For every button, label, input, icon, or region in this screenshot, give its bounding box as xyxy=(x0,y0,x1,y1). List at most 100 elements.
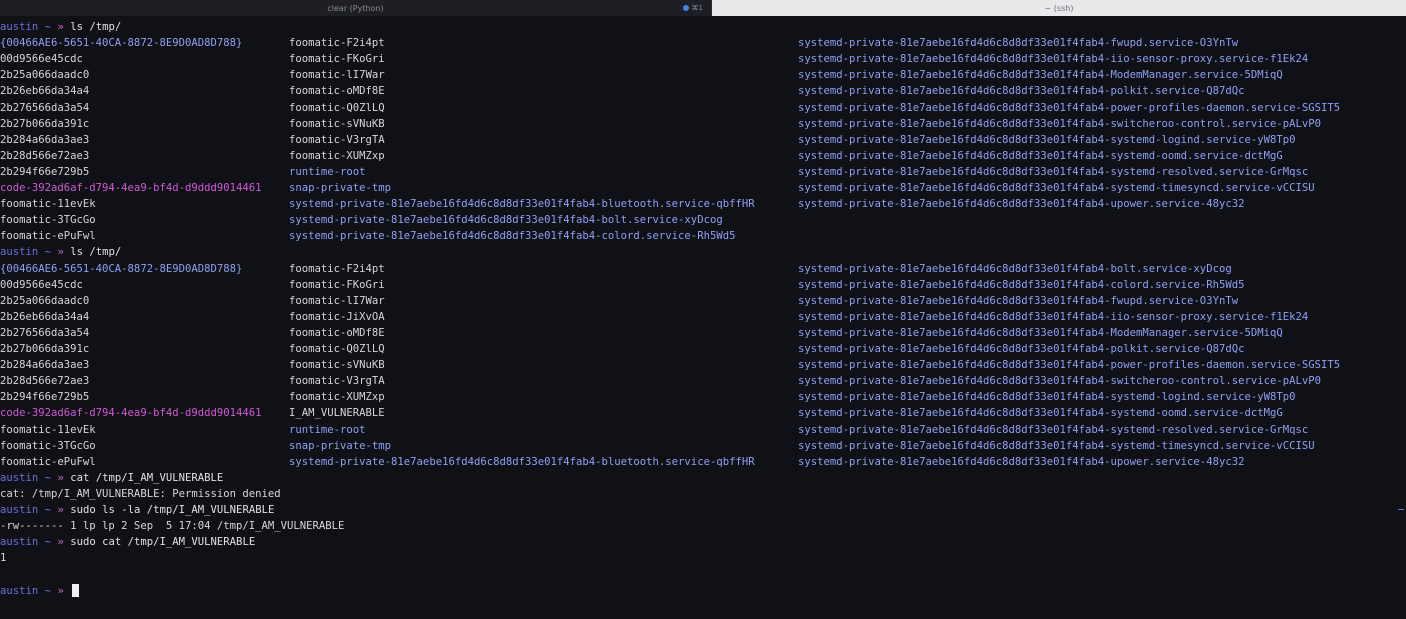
file-entry: foomatic-sVNuKB xyxy=(289,117,385,130)
directory-entry: systemd-private-81e7aebe16fd4d6c8d8df33e… xyxy=(289,214,723,227)
tab-ssh[interactable]: ~ (ssh) xyxy=(712,0,1406,16)
file-entry: I_AM_VULNERABLE xyxy=(289,407,385,420)
tab-python-shortcut: ⌘1 xyxy=(682,0,703,16)
output-text: 1 xyxy=(0,552,7,565)
directory-entry: code-392ad6af-d794-4ea9-bf4d-d9ddd901446… xyxy=(0,407,262,420)
ls-output-row: 2b25a066daadc0 foomatic-lI7War systemd-pri… xyxy=(0,67,1406,83)
activity-dot-icon xyxy=(682,5,689,11)
command-text: cat /tmp/I_AM_VULNERABLE xyxy=(70,471,224,484)
file-entry: 2b26eb66da34a4 xyxy=(0,85,90,98)
prompt-user: austin xyxy=(0,504,39,516)
directory-entry: systemd-private-81e7aebe16fd4d6c8d8df33e… xyxy=(289,198,755,211)
terminal-output[interactable]: austin ~ » ls /tmp/{00466AE6-5651-40CA-8… xyxy=(0,19,1406,619)
text-cursor[interactable] xyxy=(72,583,80,597)
ls-output-row: code-392ad6af-d794-4ea9-bf4d-d9ddd901446… xyxy=(0,180,1406,196)
ls-output-row: {00466AE6-5651-40CA-8872-8E9D0AD8D788} fo… xyxy=(0,261,1406,277)
directory-entry: systemd-private-81e7aebe16fd4d6c8d8df33e… xyxy=(798,117,1321,130)
file-entry: 2b284a66da3ae3 xyxy=(0,359,90,372)
command-text: ls /tmp/ xyxy=(70,246,122,259)
directory-entry: systemd-private-81e7aebe16fd4d6c8d8df33e… xyxy=(289,455,755,468)
command-text: sudo ls -la /tmp/I_AM_VULNERABLE xyxy=(70,504,275,516)
ls-output-row: 2b26eb66da34a4 foomatic-JiXvOA systemd-pri… xyxy=(0,309,1406,325)
directory-entry: systemd-private-81e7aebe16fd4d6c8d8df33e… xyxy=(798,85,1245,98)
directory-entry: systemd-private-81e7aebe16fd4d6c8d8df33e… xyxy=(798,423,1309,436)
directory-entry: systemd-private-81e7aebe16fd4d6c8d8df33e… xyxy=(289,230,736,243)
ls-output-row: 2b28d566e72ae3 foomatic-XUMZxp systemd-pri… xyxy=(0,148,1406,164)
directory-entry: systemd-private-81e7aebe16fd4d6c8d8df33e… xyxy=(798,37,1239,50)
file-entry: foomatic-ePuFwl xyxy=(0,230,96,243)
directory-entry: runtime-root xyxy=(289,423,366,436)
tab-python-title: clear (Python) xyxy=(327,3,384,13)
command-text: ls /tmp/ xyxy=(70,21,122,33)
ls-output-row: foomatic-3TGcGo systemd-private-81e7aebe1… xyxy=(0,212,1406,228)
directory-entry: snap-private-tmp xyxy=(289,182,392,194)
prompt-user: austin xyxy=(0,246,39,259)
file-entry: foomatic-V3rgTA xyxy=(289,375,385,388)
directory-entry: systemd-private-81e7aebe16fd4d6c8d8df33e… xyxy=(798,326,1283,339)
ls-output-row: 2b284a66da3ae3 foomatic-sVNuKB systemd-pri… xyxy=(0,357,1406,373)
prompt-line: austin ~ » sudo ls -la /tmp/I_AM_VULNERA… xyxy=(0,502,1406,518)
file-entry: 2b25a066daadc0 xyxy=(0,294,90,307)
tab-python[interactable]: clear (Python) ⌘1 xyxy=(0,0,712,16)
file-entry: 2b276566da3a54 xyxy=(0,101,90,114)
tab-python-shortcut-label: ⌘1 xyxy=(691,4,703,12)
file-entry: 2b276566da3a54 xyxy=(0,326,90,339)
file-entry: foomatic-3TGcGo xyxy=(0,439,96,452)
ls-output-row: foomatic-ePuFwl systemd-private-81e7aebe1… xyxy=(0,228,1406,244)
file-entry: foomatic-lI7War xyxy=(289,294,385,307)
file-entry: 00d9566e45cdc xyxy=(0,278,83,291)
file-entry: foomatic-Q0ZlLQ xyxy=(289,101,385,114)
directory-entry: systemd-private-81e7aebe16fd4d6c8d8df33e… xyxy=(798,343,1245,355)
prompt-user: austin xyxy=(0,21,39,33)
ls-output-row: 2b294f66e729b5 runtime-root systemd-privat… xyxy=(0,164,1406,180)
command-output: cat: /tmp/I_AM_VULNERABLE: Permission de… xyxy=(0,486,1406,502)
file-entry: foomatic-lI7War xyxy=(289,69,385,82)
file-entry: 00d9566e45cdc xyxy=(0,53,83,66)
prompt-user: austin xyxy=(0,471,39,484)
ls-output-row: 2b284a66da3ae3 foomatic-V3rgTA systemd-pri… xyxy=(0,132,1406,148)
ls-output-row: 00d9566e45cdc foomatic-FKoGri systemd-priv… xyxy=(0,51,1406,67)
file-entry: foomatic-FKoGri xyxy=(289,278,385,291)
ls-output-row: 2b294f66e729b5 foomatic-XUMZxp systemd-pri… xyxy=(0,389,1406,405)
file-entry: 2b28d566e72ae3 xyxy=(0,375,90,388)
file-entry: foomatic-11evEk xyxy=(0,198,96,211)
directory-entry: systemd-private-81e7aebe16fd4d6c8d8df33e… xyxy=(798,198,1245,211)
ls-output-row: foomatic-ePuFwl systemd-private-81e7aebe1… xyxy=(0,454,1406,470)
ls-output-row: foomatic-11evEk runtime-root systemd-priva… xyxy=(0,422,1406,438)
directory-entry: systemd-private-81e7aebe16fd4d6c8d8df33e… xyxy=(798,359,1341,372)
prompt-user: austin xyxy=(0,584,39,597)
directory-entry: systemd-private-81e7aebe16fd4d6c8d8df33e… xyxy=(798,407,1283,420)
ls-output-row: foomatic-11evEk systemd-private-81e7aebe1… xyxy=(0,196,1406,212)
file-entry: foomatic-FKoGri xyxy=(289,53,385,66)
directory-entry: systemd-private-81e7aebe16fd4d6c8d8df33e… xyxy=(798,310,1309,323)
directory-entry: systemd-private-81e7aebe16fd4d6c8d8df33e… xyxy=(798,375,1321,388)
file-entry: 2b27b066da391c xyxy=(0,117,90,130)
command-output: 1 xyxy=(0,550,1406,566)
file-entry: foomatic-oMDf8E xyxy=(289,85,385,98)
directory-entry: {00466AE6-5651-40CA-8872-8E9D0AD8D788} xyxy=(0,262,243,275)
directory-entry: systemd-private-81e7aebe16fd4d6c8d8df33e… xyxy=(798,278,1245,291)
file-entry: 2b28d566e72ae3 xyxy=(0,149,90,162)
prompt-line: austin ~ » sudo cat /tmp/I_AM_VULNERABLE xyxy=(0,534,1406,550)
file-entry: foomatic-Q0ZlLQ xyxy=(289,343,385,355)
directory-entry: code-392ad6af-d794-4ea9-bf4d-d9ddd901446… xyxy=(0,182,262,194)
file-entry: foomatic-XUMZxp xyxy=(289,391,385,404)
file-entry: foomatic-F2i4pt xyxy=(289,262,385,275)
directory-entry: snap-private-tmp xyxy=(289,439,392,452)
command-text: sudo cat /tmp/I_AM_VULNERABLE xyxy=(70,536,256,549)
file-entry: foomatic-3TGcGo xyxy=(0,214,96,227)
file-entry: 2b25a066daadc0 xyxy=(0,69,90,82)
directory-entry: systemd-private-81e7aebe16fd4d6c8d8df33e… xyxy=(798,294,1239,307)
prompt-line: austin ~ » ls /tmp/ xyxy=(0,244,1406,260)
output-text: -rw------- 1 lp lp 2 Sep 5 17:04 /tmp/I_… xyxy=(0,520,345,533)
ls-output-row: 2b27b066da391c foomatic-Q0ZlLQ systemd-pri… xyxy=(0,341,1406,357)
tab-ssh-title: ~ (ssh) xyxy=(1044,3,1074,13)
file-entry: 2b284a66da3ae3 xyxy=(0,133,90,146)
directory-entry: systemd-private-81e7aebe16fd4d6c8d8df33e… xyxy=(798,149,1283,162)
ls-output-row: 2b28d566e72ae3 foomatic-V3rgTA systemd-pri… xyxy=(0,373,1406,389)
prompt-line: austin ~ » cat /tmp/I_AM_VULNERABLE xyxy=(0,470,1406,486)
directory-entry: systemd-private-81e7aebe16fd4d6c8d8df33e… xyxy=(798,262,1232,275)
ls-output-row: code-392ad6af-d794-4ea9-bf4d-d9ddd901446… xyxy=(0,405,1406,421)
ls-output-row: 00d9566e45cdc foomatic-FKoGri systemd-priv… xyxy=(0,277,1406,293)
